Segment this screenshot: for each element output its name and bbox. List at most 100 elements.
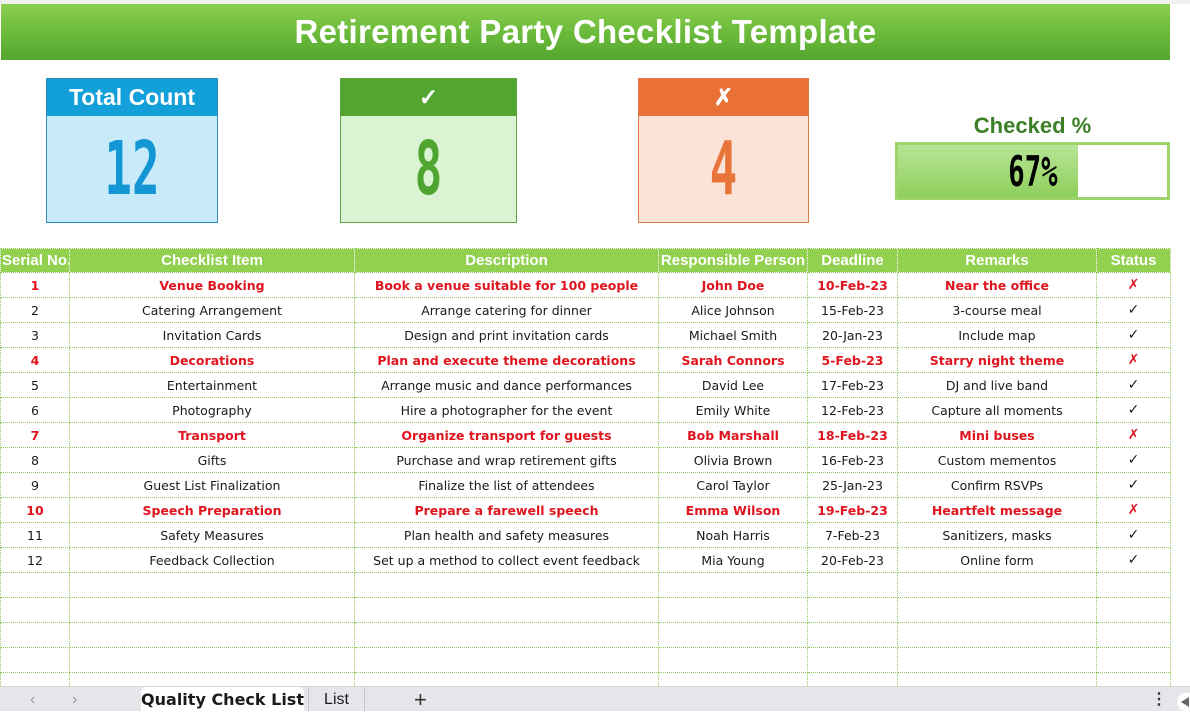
item-cell[interactable]: Safety Measures <box>69 522 355 548</box>
description-cell[interactable]: Organize transport for guests <box>354 422 659 448</box>
item-cell[interactable]: Transport <box>69 422 355 448</box>
empty-cell[interactable] <box>0 622 70 648</box>
empty-cell[interactable] <box>354 647 659 673</box>
serial-cell[interactable]: 10 <box>0 497 70 523</box>
deadline-cell[interactable]: 15-Feb-23 <box>807 297 898 323</box>
empty-cell[interactable] <box>0 572 70 598</box>
empty-cell[interactable] <box>897 647 1097 673</box>
remarks-cell[interactable]: Capture all moments <box>897 397 1097 423</box>
empty-cell[interactable] <box>1096 622 1171 648</box>
serial-cell[interactable]: 8 <box>0 447 70 473</box>
serial-cell[interactable]: 11 <box>0 522 70 548</box>
empty-cell[interactable] <box>897 597 1097 623</box>
empty-cell[interactable] <box>807 572 898 598</box>
item-cell[interactable]: Gifts <box>69 447 355 473</box>
person-cell[interactable]: Sarah Connors <box>658 347 808 373</box>
empty-cell[interactable] <box>69 622 355 648</box>
description-cell[interactable]: Plan and execute theme decorations <box>354 347 659 373</box>
serial-cell[interactable]: 4 <box>0 347 70 373</box>
serial-cell[interactable]: 9 <box>0 472 70 498</box>
remarks-cell[interactable]: Include map <box>897 322 1097 348</box>
empty-cell[interactable] <box>1096 597 1171 623</box>
scroll-left-icon[interactable] <box>1177 693 1190 711</box>
empty-cell[interactable] <box>1096 572 1171 598</box>
description-cell[interactable]: Plan health and safety measures <box>354 522 659 548</box>
add-sheet-button[interactable]: + <box>414 687 427 713</box>
item-cell[interactable]: Speech Preparation <box>69 497 355 523</box>
more-options-icon[interactable]: ⋮ <box>1151 689 1167 709</box>
item-cell[interactable]: Invitation Cards <box>69 322 355 348</box>
remarks-cell[interactable]: Confirm RSVPs <box>897 472 1097 498</box>
serial-cell[interactable]: 7 <box>0 422 70 448</box>
item-cell[interactable]: Venue Booking <box>69 272 355 298</box>
deadline-cell[interactable]: 18-Feb-23 <box>807 422 898 448</box>
empty-cell[interactable] <box>354 597 659 623</box>
person-cell[interactable]: Bob Marshall <box>658 422 808 448</box>
chevron-right-icon[interactable]: › <box>72 691 77 709</box>
deadline-cell[interactable]: 7-Feb-23 <box>807 522 898 548</box>
empty-cell[interactable] <box>658 647 808 673</box>
description-cell[interactable]: Book a venue suitable for 100 people <box>354 272 659 298</box>
deadline-cell[interactable]: 17-Feb-23 <box>807 372 898 398</box>
deadline-cell[interactable]: 19-Feb-23 <box>807 497 898 523</box>
empty-cell[interactable] <box>807 622 898 648</box>
description-cell[interactable]: Prepare a farewell speech <box>354 497 659 523</box>
column-header-checklist-item[interactable]: Checklist Item <box>69 248 355 273</box>
item-cell[interactable]: Guest List Finalization <box>69 472 355 498</box>
empty-cell[interactable] <box>69 572 355 598</box>
empty-cell[interactable] <box>0 647 70 673</box>
item-cell[interactable]: Catering Arrangement <box>69 297 355 323</box>
empty-cell[interactable] <box>69 647 355 673</box>
cross-status-icon[interactable]: ✗ <box>1096 347 1171 373</box>
person-cell[interactable]: Carol Taylor <box>658 472 808 498</box>
item-cell[interactable]: Decorations <box>69 347 355 373</box>
remarks-cell[interactable]: Sanitizers, masks <box>897 522 1097 548</box>
serial-cell[interactable]: 6 <box>0 397 70 423</box>
remarks-cell[interactable]: Heartfelt message <box>897 497 1097 523</box>
deadline-cell[interactable]: 25-Jan-23 <box>807 472 898 498</box>
check-status-icon[interactable]: ✓ <box>1096 322 1171 348</box>
serial-cell[interactable]: 5 <box>0 372 70 398</box>
deadline-cell[interactable]: 12-Feb-23 <box>807 397 898 423</box>
deadline-cell[interactable]: 20-Jan-23 <box>807 322 898 348</box>
remarks-cell[interactable]: Online form <box>897 547 1097 573</box>
description-cell[interactable]: Hire a photographer for the event <box>354 397 659 423</box>
person-cell[interactable]: David Lee <box>658 372 808 398</box>
serial-cell[interactable]: 1 <box>0 272 70 298</box>
deadline-cell[interactable]: 20-Feb-23 <box>807 547 898 573</box>
deadline-cell[interactable]: 16-Feb-23 <box>807 447 898 473</box>
column-header-description[interactable]: Description <box>354 248 659 273</box>
cross-status-icon[interactable]: ✗ <box>1096 272 1171 298</box>
person-cell[interactable]: Michael Smith <box>658 322 808 348</box>
column-header-serial-no[interactable]: Serial No. <box>0 248 70 273</box>
check-status-icon[interactable]: ✓ <box>1096 397 1171 423</box>
empty-cell[interactable] <box>69 597 355 623</box>
serial-cell[interactable]: 3 <box>0 322 70 348</box>
remarks-cell[interactable]: Custom mementos <box>897 447 1097 473</box>
sheet-tab-quality-check-list[interactable]: Quality Check List <box>141 687 304 712</box>
check-status-icon[interactable]: ✓ <box>1096 447 1171 473</box>
check-status-icon[interactable]: ✓ <box>1096 472 1171 498</box>
empty-cell[interactable] <box>658 622 808 648</box>
sheet-tab-list[interactable]: List <box>308 687 365 712</box>
empty-cell[interactable] <box>897 622 1097 648</box>
person-cell[interactable]: Emma Wilson <box>658 497 808 523</box>
remarks-cell[interactable]: Near the office <box>897 272 1097 298</box>
column-header-deadline[interactable]: Deadline <box>807 248 898 273</box>
empty-cell[interactable] <box>1096 647 1171 673</box>
person-cell[interactable]: John Doe <box>658 272 808 298</box>
remarks-cell[interactable]: DJ and live band <box>897 372 1097 398</box>
remarks-cell[interactable]: Starry night theme <box>897 347 1097 373</box>
person-cell[interactable]: Olivia Brown <box>658 447 808 473</box>
empty-cell[interactable] <box>807 597 898 623</box>
remarks-cell[interactable]: 3-course meal <box>897 297 1097 323</box>
empty-cell[interactable] <box>807 647 898 673</box>
person-cell[interactable]: Mia Young <box>658 547 808 573</box>
deadline-cell[interactable]: 10-Feb-23 <box>807 272 898 298</box>
check-status-icon[interactable]: ✓ <box>1096 297 1171 323</box>
column-header-remarks[interactable]: Remarks <box>897 248 1097 273</box>
cross-status-icon[interactable]: ✗ <box>1096 497 1171 523</box>
chevron-left-icon[interactable]: ‹ <box>30 691 35 709</box>
empty-cell[interactable] <box>354 622 659 648</box>
person-cell[interactable]: Alice Johnson <box>658 297 808 323</box>
